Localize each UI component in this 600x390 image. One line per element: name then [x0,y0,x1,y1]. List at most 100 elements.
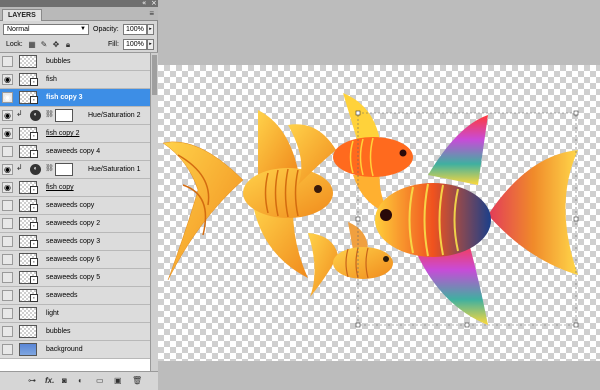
layer-thumbnail[interactable] [19,55,37,68]
layer-row[interactable]: ▪ seaweeds copy 3 [0,233,150,251]
visibility-toggle[interactable] [2,236,13,247]
opacity-label: Opacity: [93,26,119,33]
layer-row[interactable]: ▪ seaweeds [0,287,150,305]
layer-thumbnail[interactable] [19,325,37,338]
layer-thumbnail[interactable]: ▪ [19,127,38,140]
layer-row[interactable]: ▪ seaweeds copy 2 [0,215,150,233]
layer-thumbnail[interactable]: ▪ [19,91,38,104]
layer-name: fish copy 3 [46,94,83,101]
layers-scrollbar[interactable] [150,53,158,371]
close-icon[interactable]: × [151,0,157,7]
visibility-toggle[interactable] [2,308,13,319]
layer-row[interactable]: light [0,305,150,323]
scrollbar-thumb[interactable] [152,55,157,95]
layer-row[interactable]: ◉ ▪ fish copy 3 [0,89,150,107]
mask-link-icon[interactable]: ⛓ [45,110,54,118]
layer-row[interactable]: ▪ seaweeds copy 4 [0,143,150,161]
mask-link-icon[interactable]: ⛓ [45,164,54,172]
opacity-field[interactable]: 100% [123,24,147,35]
layer-mask-thumbnail[interactable] [55,163,73,176]
panel-title-bar[interactable]: « × [0,0,158,7]
fish-artwork [162,93,579,328]
layer-mask-thumbnail[interactable] [55,109,73,122]
layer-row[interactable]: bubbles [0,323,150,341]
layer-name: seaweeds copy 4 [46,148,101,155]
eye-icon[interactable]: ◉ [2,164,13,175]
new-layer-icon[interactable]: ▣ [114,376,122,385]
blend-opacity-row: Normal ▼ Opacity: 100% ▸ [0,21,158,38]
visibility-toggle[interactable] [2,56,13,67]
panel-menu-icon[interactable]: ≡ [149,9,154,18]
layer-thumbnail[interactable] [19,343,37,356]
eye-icon[interactable]: ◉ [2,92,13,103]
layer-thumbnail[interactable]: ▪ [19,271,38,284]
layer-row[interactable]: background [0,341,150,359]
layer-name: light [46,310,59,317]
eye-icon[interactable]: ◉ [2,128,13,139]
layer-thumbnail[interactable]: ▪ [19,235,38,248]
layer-thumbnail[interactable] [19,307,37,320]
visibility-toggle[interactable] [2,344,13,355]
layer-row[interactable]: ◉ ↲ ◐ ⛓ Hue/Saturation 2 [0,107,150,125]
new-group-icon[interactable]: ▭ [96,376,104,385]
blend-mode-select[interactable]: Normal ▼ [3,24,89,35]
fill-slider-icon[interactable]: ▸ [147,39,154,50]
layer-thumbnail[interactable]: ▪ [19,181,38,194]
layer-name: seaweeds [46,292,78,299]
layer-row[interactable]: ◉ ↲ ◐ ⛓ Hue/Saturation 1 [0,161,150,179]
collapse-icon[interactable]: « [142,0,146,7]
lock-all-icon[interactable]: 🔒︎ [64,41,72,49]
layers-list[interactable]: bubbles ◉ ▪ fish ◉ ▪ fish copy 3 ◉ ↲ ◐ ⛓ Hue/Satura… [0,53,150,371]
layer-thumbnail[interactable]: ▪ [19,145,38,158]
link-layers-icon[interactable]: ⊶ [28,376,36,385]
layer-thumbnail[interactable]: ▪ [19,289,38,302]
visibility-toggle[interactable] [2,326,13,337]
eye-icon[interactable]: ◉ [2,110,13,121]
layer-name: bubbles [46,328,71,335]
fill-field[interactable]: 100% [123,39,147,50]
layer-row[interactable]: ◉ ▪ fish copy [0,179,150,197]
adjustment-layer-icon[interactable]: ◐ [78,376,83,385]
fx-icon[interactable]: fx. [45,376,54,385]
layer-name: seaweeds copy [46,202,95,209]
visibility-toggle[interactable] [2,290,13,301]
smart-object-icon: ▪ [30,150,38,158]
visibility-toggle[interactable] [2,254,13,265]
layer-name: fish [46,76,57,83]
eye-icon[interactable]: ◉ [2,182,13,193]
layer-name: background [46,346,83,353]
layer-name: seaweeds copy 2 [46,220,101,227]
hue-saturation-icon[interactable]: ◐ [30,110,41,121]
eye-icon[interactable]: ◉ [2,74,13,85]
layer-name: fish copy 2 [46,130,80,137]
lock-fill-row: Lock: ▦ ✎ ✥ 🔒︎ Fill: 100% ▸ [0,38,158,53]
layer-thumbnail[interactable]: ▪ [19,73,38,86]
layer-row[interactable]: ▪ seaweeds copy 5 [0,269,150,287]
layer-thumbnail[interactable]: ▪ [19,199,38,212]
layer-row[interactable]: ◉ ▪ fish [0,71,150,89]
layer-row[interactable]: ◉ ▪ fish copy 2 [0,125,150,143]
visibility-toggle[interactable] [2,272,13,283]
layer-row[interactable]: ▪ seaweeds copy [0,197,150,215]
tab-layers[interactable]: LAYERS [2,9,42,21]
layer-thumbnail[interactable]: ▪ [19,217,38,230]
visibility-toggle[interactable] [2,146,13,157]
visibility-toggle[interactable] [2,200,13,211]
panel-tab-row: LAYERS ≡ [0,7,158,21]
hue-saturation-icon[interactable]: ◐ [30,164,41,175]
document-canvas[interactable] [158,65,600,361]
layer-thumbnail[interactable]: ▪ [19,253,38,266]
layer-row[interactable]: ▪ seaweeds copy 6 [0,251,150,269]
trash-icon[interactable]: 🗑︎ [132,376,142,385]
layer-name: seaweeds copy 6 [46,256,101,263]
visibility-toggle[interactable] [2,218,13,229]
lock-pixels-icon[interactable]: ✎ [40,41,48,49]
lock-transparency-icon[interactable]: ▦ [28,41,36,49]
opacity-slider-icon[interactable]: ▸ [147,24,154,35]
add-mask-icon[interactable]: ◙ [62,376,67,385]
lock-position-icon[interactable]: ✥ [52,41,60,49]
layer-row[interactable]: bubbles [0,53,150,71]
lock-label: Lock: [6,41,23,48]
smart-object-icon: ▪ [30,240,38,248]
smart-object-icon: ▪ [30,258,38,266]
